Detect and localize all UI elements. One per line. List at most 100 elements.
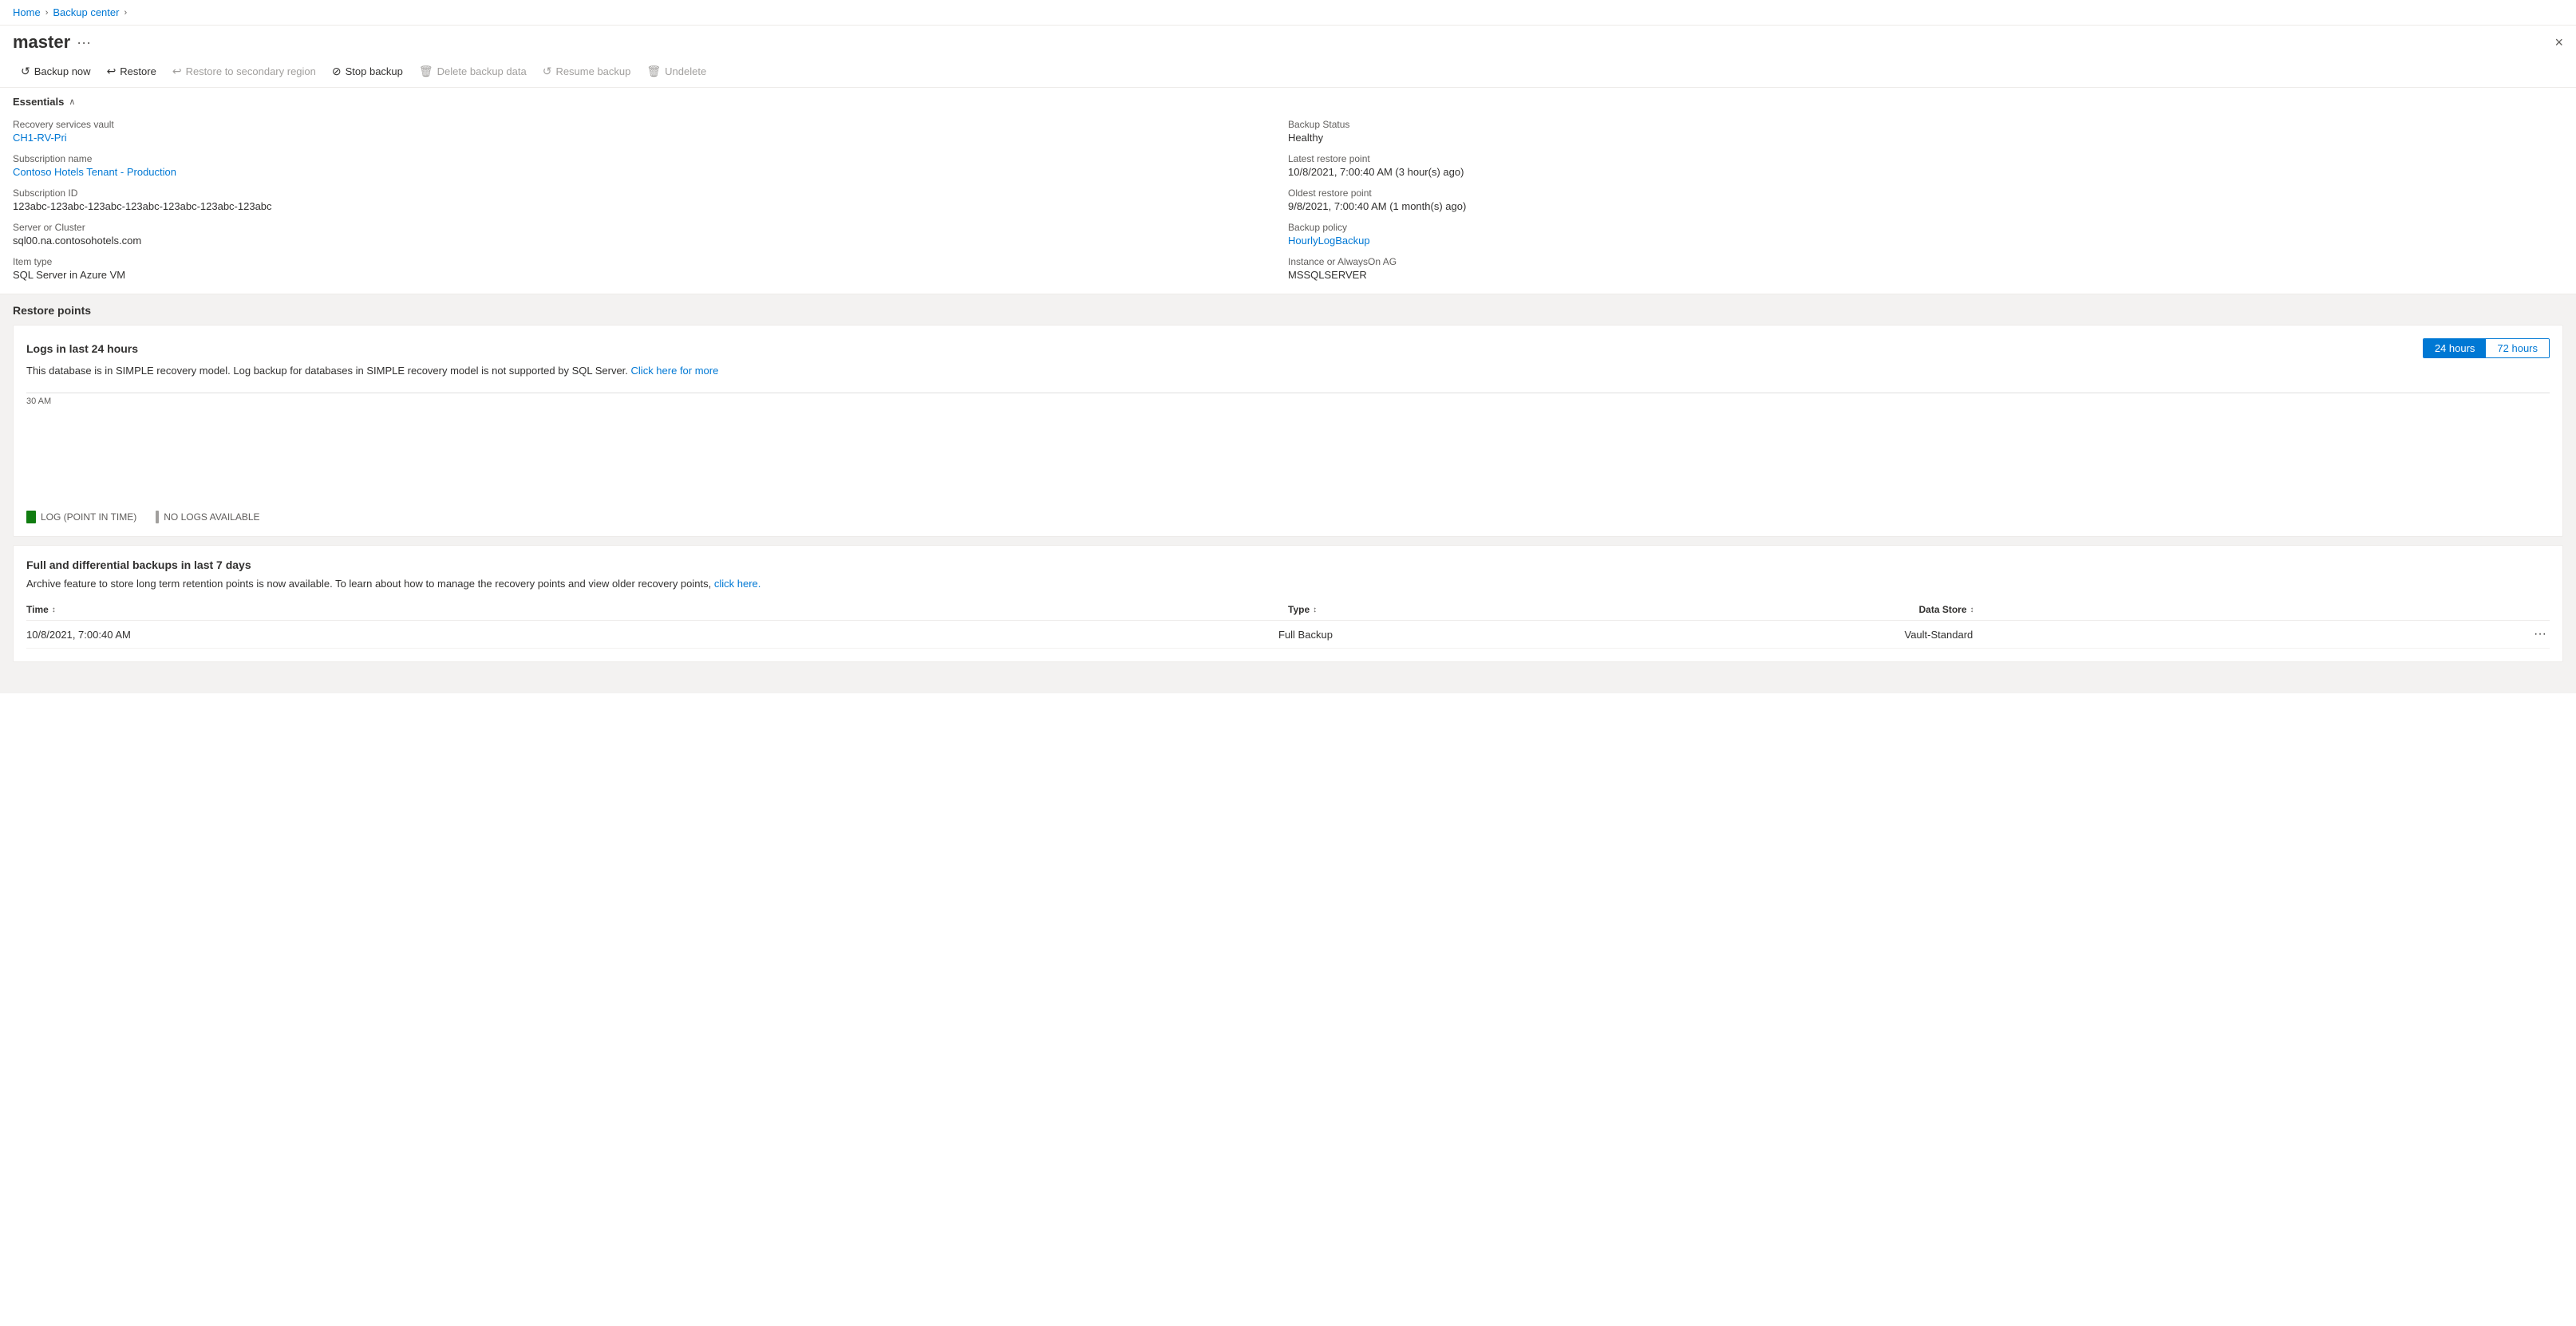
breadcrumb-sep-2: › — [124, 8, 127, 18]
logs-card-header: Logs in last 24 hours 24 hours 72 hours — [26, 338, 2550, 358]
logs-card: Logs in last 24 hours 24 hours 72 hours … — [13, 325, 2563, 537]
delete-backup-icon: 🗑 — [419, 65, 433, 78]
sort-icon-time: ↕ — [52, 606, 56, 614]
legend-item-log: LOG (POINT IN TIME) — [26, 511, 136, 523]
essentials-item-subscription-name: Subscription name Contoso Hotels Tenant … — [13, 153, 1288, 178]
timeline-label: 30 AM — [26, 397, 51, 406]
essentials-backup-policy-value[interactable]: HourlyLogBackup — [1288, 235, 1370, 247]
more-options-icon[interactable]: ··· — [77, 34, 91, 51]
restore-secondary-icon: ↩ — [172, 65, 182, 78]
restore-points-section: Restore points Logs in last 24 hours 24 … — [0, 294, 2576, 693]
td-data-store: Vault-Standard — [1905, 627, 2531, 641]
resume-backup-icon: ↺ — [543, 65, 552, 78]
logs-card-title: Logs in last 24 hours — [26, 342, 138, 355]
th-time[interactable]: Time ↕ — [26, 604, 1288, 615]
time-toggle-72h[interactable]: 72 hours — [2486, 339, 2549, 357]
breadcrumb: Home › Backup center › — [0, 0, 2576, 26]
page-title: master — [13, 32, 70, 53]
essentials-sub-name-value[interactable]: Contoso Hotels Tenant - Production — [13, 166, 176, 178]
essentials-vault-label: Recovery services vault — [13, 119, 1288, 130]
essentials-col-right: Backup Status Healthy Latest restore poi… — [1288, 116, 2563, 284]
td-type: Full Backup — [1278, 627, 1905, 641]
breadcrumb-backup-center[interactable]: Backup center — [53, 6, 119, 18]
essentials-grid: Recovery services vault CH1-RV-Pri Subsc… — [0, 116, 2576, 294]
delete-backup-button[interactable]: 🗑 Delete backup data — [411, 61, 535, 82]
close-button[interactable]: × — [2554, 34, 2563, 51]
breadcrumb-sep-1: › — [45, 8, 49, 18]
legend-color-gray — [156, 511, 159, 523]
archive-link[interactable]: click here. — [714, 578, 761, 590]
full-backups-title: Full and differential backups in last 7 … — [26, 558, 2550, 571]
sort-icon-type: ↕ — [1313, 606, 1317, 614]
delete-backup-label: Delete backup data — [437, 65, 527, 77]
essentials-latest-restore-value: 10/8/2021, 7:00:40 AM (3 hour(s) ago) — [1288, 166, 1464, 178]
time-toggle: 24 hours 72 hours — [2423, 338, 2550, 358]
restore-secondary-label: Restore to secondary region — [186, 65, 316, 77]
essentials-oldest-restore-label: Oldest restore point — [1288, 187, 2563, 199]
essentials-section: Essentials ∧ Recovery services vault CH1… — [0, 88, 2576, 294]
essentials-sub-name-label: Subscription name — [13, 153, 1288, 164]
essentials-item-type-label: Item type — [13, 256, 1288, 267]
stop-backup-label: Stop backup — [346, 65, 403, 77]
time-toggle-24h[interactable]: 24 hours — [2424, 339, 2487, 357]
logs-message: This database is in SIMPLE recovery mode… — [26, 365, 2550, 377]
essentials-backup-status-label: Backup Status — [1288, 119, 2563, 130]
stop-backup-icon: ⊘ — [332, 65, 342, 78]
essentials-backup-policy-label: Backup policy — [1288, 222, 2563, 233]
essentials-item-type-value: SQL Server in Azure VM — [13, 269, 125, 281]
essentials-item-oldest-restore: Oldest restore point 9/8/2021, 7:00:40 A… — [1288, 187, 2563, 212]
essentials-item-backup-policy: Backup policy HourlyLogBackup — [1288, 222, 2563, 247]
undelete-label: Undelete — [665, 65, 706, 77]
breadcrumb-home[interactable]: Home — [13, 6, 41, 18]
td-more[interactable]: ··· — [2531, 627, 2550, 641]
archive-notice: Archive feature to store long term reten… — [26, 578, 2550, 590]
essentials-item-type: Item type SQL Server in Azure VM — [13, 256, 1288, 281]
essentials-backup-status-value: Healthy — [1288, 132, 1323, 144]
restore-icon: ↩ — [107, 65, 117, 78]
timeline-area: 30 AM — [26, 393, 2550, 496]
essentials-item-vault: Recovery services vault CH1-RV-Pri — [13, 119, 1288, 144]
backup-now-label: Backup now — [34, 65, 91, 77]
timeline-legend: LOG (POINT IN TIME) NO LOGS AVAILABLE — [26, 504, 2550, 523]
table-header: Time ↕ Type ↕ Data Store ↕ — [26, 599, 2550, 621]
essentials-item-instance: Instance or AlwaysOn AG MSSQLSERVER — [1288, 256, 2563, 281]
essentials-server-label: Server or Cluster — [13, 222, 1288, 233]
th-type[interactable]: Type ↕ — [1288, 604, 1919, 615]
essentials-oldest-restore-value: 9/8/2021, 7:00:40 AM (1 month(s) ago) — [1288, 200, 1466, 212]
logs-click-here-link-text[interactable]: Click here for more — [631, 365, 719, 377]
td-time: 10/8/2021, 7:00:40 AM — [26, 627, 1278, 641]
essentials-item-latest-restore: Latest restore point 10/8/2021, 7:00:40 … — [1288, 153, 2563, 178]
restore-button[interactable]: ↩ Restore — [99, 61, 164, 82]
full-backups-card: Full and differential backups in last 7 … — [13, 545, 2563, 662]
essentials-instance-label: Instance or AlwaysOn AG — [1288, 256, 2563, 267]
restore-label: Restore — [120, 65, 156, 77]
essentials-server-value: sql00.na.contosohotels.com — [13, 235, 141, 247]
restore-points-title: Restore points — [13, 304, 2563, 317]
essentials-col-left: Recovery services vault CH1-RV-Pri Subsc… — [13, 116, 1288, 284]
essentials-vault-value[interactable]: CH1-RV-Pri — [13, 132, 67, 144]
essentials-instance-value: MSSQLSERVER — [1288, 269, 1367, 281]
resume-backup-button[interactable]: ↺ Resume backup — [535, 61, 639, 82]
resume-backup-label: Resume backup — [555, 65, 630, 77]
legend-color-green — [26, 511, 36, 523]
essentials-item-backup-status: Backup Status Healthy — [1288, 119, 2563, 144]
page-header: master ··· × — [0, 26, 2576, 56]
table-row: 10/8/2021, 7:00:40 AM Full Backup Vault-… — [26, 621, 2550, 649]
restore-secondary-button[interactable]: ↩ Restore to secondary region — [164, 61, 324, 82]
essentials-sub-id-value: 123abc-123abc-123abc-123abc-123abc-123ab… — [13, 200, 272, 212]
stop-backup-button[interactable]: ⊘ Stop backup — [324, 61, 411, 82]
essentials-header[interactable]: Essentials ∧ — [0, 88, 2576, 116]
essentials-latest-restore-label: Latest restore point — [1288, 153, 2563, 164]
row-more-button[interactable]: ··· — [2531, 627, 2550, 641]
backup-now-icon: ↺ — [21, 65, 30, 78]
essentials-item-server: Server or Cluster sql00.na.contosohotels… — [13, 222, 1288, 247]
undelete-button[interactable]: 🗑 Undelete — [638, 61, 714, 82]
legend-label-no-logs: NO LOGS AVAILABLE — [164, 511, 259, 523]
th-data-store[interactable]: Data Store ↕ — [1919, 604, 2550, 615]
legend-item-no-logs: NO LOGS AVAILABLE — [152, 511, 259, 523]
backup-now-button[interactable]: ↺ Backup now — [13, 61, 99, 82]
essentials-collapse-icon: ∧ — [69, 97, 75, 107]
essentials-item-subscription-id: Subscription ID 123abc-123abc-123abc-123… — [13, 187, 1288, 212]
sort-icon-data-store: ↕ — [1970, 606, 1974, 614]
undelete-icon: 🗑 — [646, 65, 661, 78]
